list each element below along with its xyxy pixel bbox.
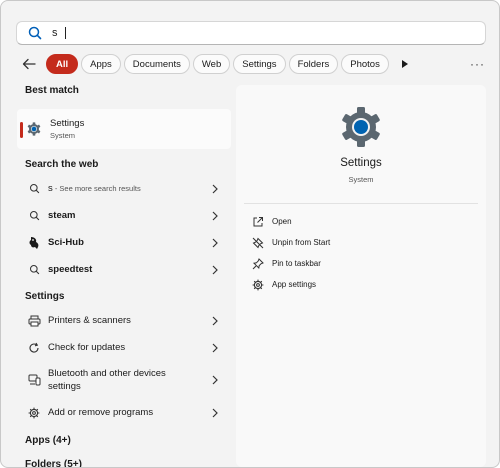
preview-divider [244, 203, 478, 204]
filter-all[interactable]: All [46, 54, 79, 74]
search-web-heading: Search the web [25, 159, 99, 170]
preview-actions: Open Unpin from Start Pin to taskbar App… [252, 211, 330, 295]
search-icon [26, 208, 42, 224]
filter-folders[interactable]: Folders [288, 54, 339, 74]
filter-apps[interactable]: Apps [81, 54, 121, 74]
chevron-right-icon [211, 184, 219, 194]
best-match-subtitle: System [50, 131, 76, 140]
open-external-icon [252, 216, 264, 228]
bluetooth-devices-icon [26, 372, 42, 388]
preview-pane: Settings System Open Unpin from Start Pi… [236, 85, 486, 467]
filter-photos[interactable]: Photos [341, 54, 389, 74]
selection-accent [20, 122, 23, 138]
web-result-label: speedtest [48, 264, 93, 275]
action-unpin-start[interactable]: Unpin from Start [252, 232, 330, 253]
chevron-right-icon [211, 343, 219, 353]
printer-icon [26, 313, 42, 329]
search-box[interactable] [16, 21, 486, 45]
action-label: App settings [272, 280, 317, 289]
action-label: Open [272, 217, 292, 226]
action-pin-taskbar[interactable]: Pin to taskbar [252, 253, 330, 274]
setting-bluetooth-devices[interactable]: Bluetooth and other devices settings [17, 361, 231, 399]
chevron-right-icon [211, 375, 219, 385]
apps-heading: Apps (4+) [25, 435, 71, 446]
action-label: Unpin from Start [272, 238, 331, 247]
setting-printers-scanners[interactable]: Printers & scanners [17, 307, 231, 334]
web-result-speedtest[interactable]: speedtest [17, 256, 231, 283]
setting-label: Check for updates [48, 342, 126, 353]
filter-documents[interactable]: Documents [123, 54, 190, 74]
action-open[interactable]: Open [252, 211, 330, 232]
play-more-filters-icon[interactable] [396, 54, 414, 74]
best-match-title: Settings [50, 118, 85, 129]
gear-small-icon [26, 405, 42, 421]
settings-heading: Settings [25, 291, 65, 302]
filter-web[interactable]: Web [192, 54, 231, 74]
action-app-settings[interactable]: App settings [252, 274, 330, 295]
filter-bar: All Apps Documents Web Settings Folders … [18, 52, 485, 76]
setting-check-updates[interactable]: Check for updates [17, 334, 231, 361]
refresh-icon [26, 340, 42, 356]
best-match-heading: Best match [25, 85, 79, 96]
text-caret [65, 27, 66, 39]
results-list: Best match Settings System Search the we… [17, 85, 231, 451]
best-match-item[interactable]: Settings System [17, 109, 231, 149]
chevron-right-icon [211, 408, 219, 418]
back-arrow-icon[interactable] [18, 53, 40, 75]
chevron-right-icon [211, 238, 219, 248]
search-icon [27, 25, 43, 41]
scihub-logo-icon [26, 235, 42, 251]
setting-add-remove-programs[interactable]: Add or remove programs [17, 399, 231, 426]
web-result-scihub[interactable]: Sci-Hub [17, 229, 231, 256]
preview-title: Settings [340, 157, 382, 169]
chevron-right-icon [211, 211, 219, 221]
chevron-right-icon [211, 316, 219, 326]
setting-label: Add or remove programs [48, 407, 154, 418]
gear-small-icon [252, 279, 264, 291]
settings-gear-icon [27, 122, 41, 136]
search-icon [26, 262, 42, 278]
preview-subtitle: System [348, 175, 374, 184]
settings-gear-large-icon [342, 107, 380, 147]
setting-label: Printers & scanners [48, 315, 131, 326]
unpin-icon [252, 237, 264, 249]
search-icon [26, 181, 42, 197]
search-input[interactable] [52, 27, 64, 39]
filter-settings[interactable]: Settings [233, 54, 286, 74]
more-options-button[interactable]: ··· [470, 57, 485, 71]
chevron-right-icon [211, 265, 219, 275]
web-result-label: Sci-Hub [48, 237, 84, 248]
start-search-window: All Apps Documents Web Settings Folders … [0, 0, 500, 468]
folders-heading: Folders (5+) [25, 459, 82, 468]
pin-icon [252, 257, 264, 270]
setting-label-line1: Bluetooth and other devices [48, 368, 166, 379]
web-result-s[interactable]: s - See more search results [17, 175, 231, 202]
web-result-label: steam [48, 210, 76, 221]
setting-label-line2: settings [48, 381, 81, 392]
action-label: Pin to taskbar [272, 259, 321, 268]
web-result-steam[interactable]: steam [17, 202, 231, 229]
web-result-hint: - See more search results [52, 184, 141, 193]
